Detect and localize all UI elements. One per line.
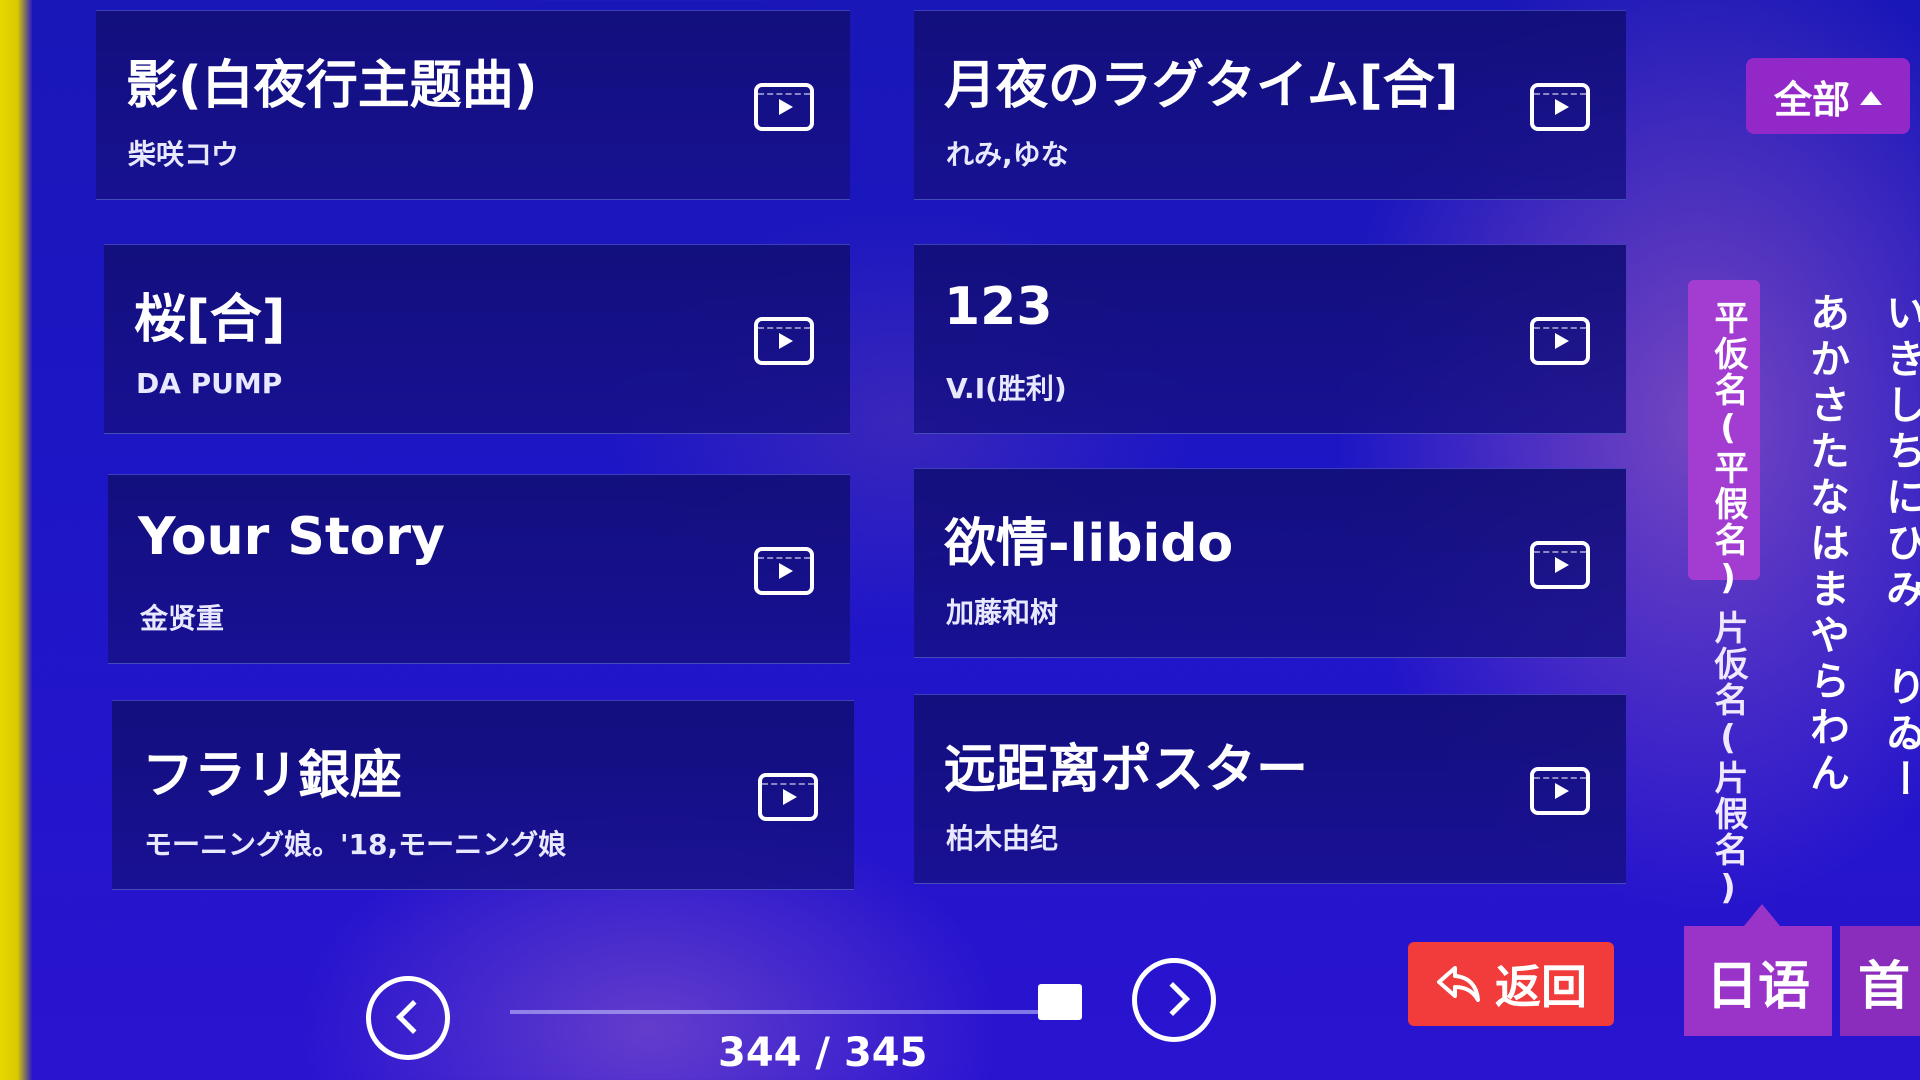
- filter-all-label: 全部: [1773, 77, 1850, 122]
- katakana-tab[interactable]: 片仮名(片假名): [1704, 610, 1753, 910]
- song-title: 月夜のラグタイム[合]: [944, 56, 1459, 116]
- language-button[interactable]: 日语: [1684, 926, 1832, 1036]
- song-artist: 金贤重: [140, 602, 225, 635]
- song-artist: 柴咲コウ: [128, 138, 239, 171]
- return-arrow-icon: [1437, 966, 1480, 1002]
- screen-bezel: [0, 0, 32, 1080]
- play-video-icon[interactable]: [1530, 83, 1590, 131]
- song-card[interactable]: 远距离ポスター 柏木由纪: [914, 694, 1626, 884]
- triangle-up-icon: [1860, 91, 1882, 105]
- chevron-right-icon: [1156, 982, 1190, 1016]
- page-indicator: 344 / 345: [718, 1030, 928, 1076]
- play-video-icon[interactable]: [1530, 541, 1590, 589]
- language-pointer: [1744, 904, 1780, 926]
- page-slider-track[interactable]: [510, 1010, 1046, 1014]
- song-card[interactable]: 123 V.I(胜利): [914, 244, 1626, 434]
- kana-index-column[interactable]: いきしちにひみ りゐー: [1876, 292, 1920, 804]
- song-title: 桜[合]: [134, 290, 286, 350]
- song-artist: V.I(胜利): [946, 372, 1067, 405]
- song-artist: DA PUMP: [136, 367, 283, 400]
- prev-page-button[interactable]: [366, 976, 450, 1060]
- next-page-button[interactable]: [1132, 958, 1216, 1042]
- play-video-icon[interactable]: [1530, 317, 1590, 365]
- play-video-icon[interactable]: [758, 773, 818, 821]
- song-card[interactable]: 影(白夜行主题曲) 柴咲コウ: [96, 10, 850, 200]
- song-card[interactable]: 欲情-libido 加藤和树: [914, 468, 1626, 658]
- play-video-icon[interactable]: [754, 83, 814, 131]
- hiragana-tab[interactable]: 平仮名(平假名): [1704, 300, 1753, 600]
- play-video-icon[interactable]: [1530, 767, 1590, 815]
- song-title: 欲情-libido: [944, 514, 1234, 574]
- song-artist: モーニング娘。'18,モーニング娘: [144, 828, 567, 861]
- page-slider-thumb[interactable]: [1038, 984, 1082, 1020]
- back-button[interactable]: 返回: [1408, 942, 1614, 1026]
- play-video-icon[interactable]: [754, 317, 814, 365]
- song-artist: 柏木由纪: [946, 822, 1059, 855]
- filter-all-button[interactable]: 全部: [1746, 58, 1910, 134]
- song-title: 123: [944, 277, 1053, 337]
- back-label: 返回: [1495, 960, 1587, 1014]
- song-title: Your Story: [138, 507, 445, 567]
- kana-index-column[interactable]: あかさたなはまやらわん: [1800, 292, 1852, 798]
- song-card[interactable]: 桜[合] DA PUMP: [104, 244, 850, 434]
- song-card[interactable]: Your Story 金贤重: [108, 474, 850, 664]
- song-artist: れみ,ゆな: [946, 138, 1069, 171]
- song-artist: 加藤和树: [946, 596, 1059, 629]
- song-title: 远距离ポスター: [944, 740, 1309, 800]
- song-title: 影(白夜行主题曲): [126, 56, 538, 116]
- play-video-icon[interactable]: [754, 547, 814, 595]
- chevron-left-icon: [396, 1000, 430, 1034]
- song-title: フラリ銀座: [142, 746, 403, 806]
- song-card[interactable]: フラリ銀座 モーニング娘。'18,モーニング娘: [112, 700, 854, 890]
- home-button[interactable]: 首: [1840, 926, 1920, 1036]
- song-card[interactable]: 月夜のラグタイム[合] れみ,ゆな: [914, 10, 1626, 200]
